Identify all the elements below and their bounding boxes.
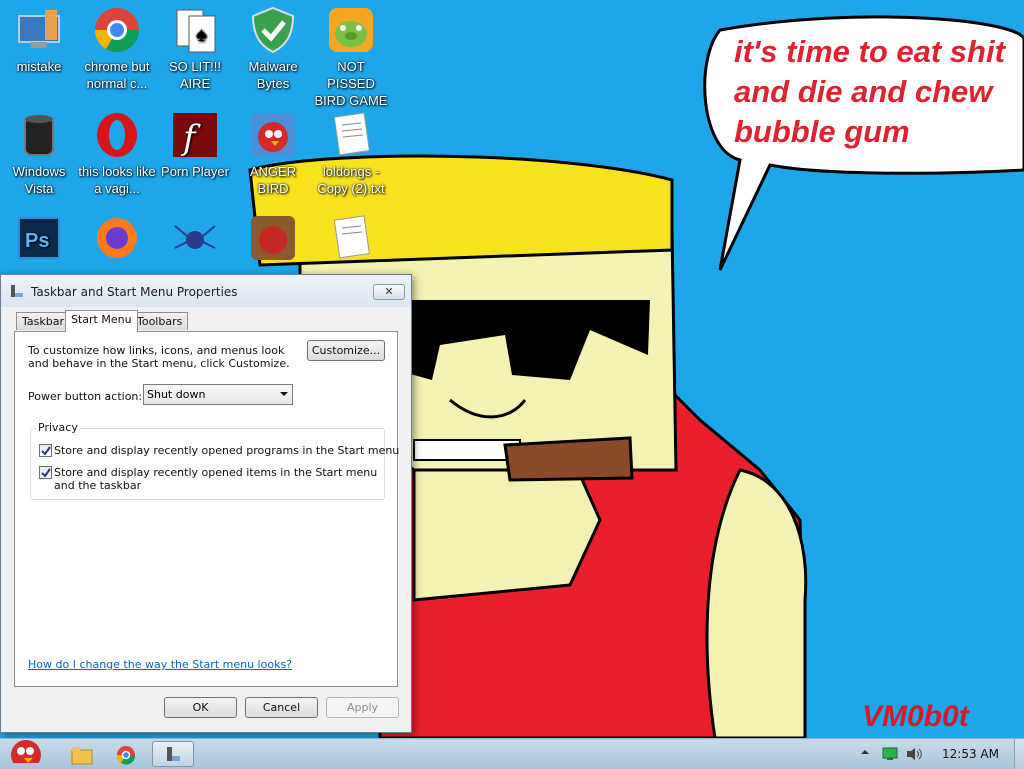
spider-icon xyxy=(171,214,219,262)
customize-button[interactable]: Customize... xyxy=(307,340,385,361)
flash-icon: f xyxy=(171,111,219,159)
desktop-icon-porn-player[interactable]: f Porn Player xyxy=(156,105,234,180)
pig-icon xyxy=(327,6,375,54)
desktop-icon-label: loldongs - Copy (2).txt xyxy=(317,164,385,196)
photoshop-icon: Ps xyxy=(15,214,63,262)
angry-bird-seasons-icon xyxy=(249,214,297,262)
taskbar: 12:53 AM xyxy=(0,738,1024,769)
desktop-icon-opera[interactable]: this looks like a vagi... xyxy=(78,105,156,197)
power-button-action-label: Power button action: xyxy=(28,390,143,403)
solitaire-icon: ♠ xyxy=(171,6,219,54)
chrome-icon xyxy=(116,746,136,765)
taskbar-explorer-button[interactable] xyxy=(62,741,102,767)
angry-bird-start-icon xyxy=(11,740,41,763)
desktop-icon-label: Malware Bytes xyxy=(248,59,298,91)
trash-icon xyxy=(15,111,63,159)
speech-bubble-text: it's time to eat shit and die and chew b… xyxy=(734,34,1005,149)
taskbar-properties-button[interactable] xyxy=(152,741,194,767)
desktop-icon-malwarebytes[interactable]: Malware Bytes xyxy=(234,0,312,92)
folder-icon xyxy=(71,747,93,765)
show-desktop-button[interactable] xyxy=(1014,739,1024,769)
svg-text:Ps: Ps xyxy=(25,230,49,252)
tab-start-menu[interactable]: Start Menu xyxy=(65,310,138,332)
ok-button[interactable]: OK xyxy=(164,697,237,718)
desktop-icon-label: NOT PISSED BIRD GAME xyxy=(314,59,388,108)
desktop-icon-label: mistake xyxy=(16,59,62,74)
desktop-icon-solitaire[interactable]: ♠ SO LIT!!! AIRE xyxy=(156,0,234,92)
network-icon[interactable] xyxy=(882,747,898,761)
taskbar-clock[interactable]: 12:53 AM xyxy=(942,747,999,761)
tab-toolbars[interactable]: Toolbars xyxy=(131,312,189,330)
cancel-button[interactable]: Cancel xyxy=(245,697,318,718)
desktop-icon-angry-birds-seasons[interactable] xyxy=(234,208,312,266)
taskbar-chrome-button[interactable] xyxy=(106,741,146,767)
desktop-icon-firefox[interactable] xyxy=(78,208,156,266)
svg-text:♠: ♠ xyxy=(196,24,207,46)
text-file-icon xyxy=(327,111,375,159)
checkmark-icon xyxy=(41,468,51,478)
desktop-icon-windows-vista[interactable]: Windows Vista xyxy=(0,105,78,197)
dialog-titlebar[interactable]: Taskbar and Start Menu Properties ✕ xyxy=(1,275,411,307)
chrome-icon xyxy=(93,6,141,54)
power-button-action-value: Shut down xyxy=(147,388,206,401)
checkmark-icon xyxy=(41,446,51,456)
chevron-down-icon xyxy=(280,392,288,396)
desktop-icon-label: SO LIT!!! AIRE xyxy=(168,59,221,91)
tab-taskbar[interactable]: Taskbar xyxy=(16,312,70,330)
desktop-icon-label: chrome but normal c... xyxy=(84,59,150,91)
privacy-label: Privacy xyxy=(36,421,80,434)
show-hidden-icons-icon[interactable] xyxy=(860,747,870,757)
store-programs-checkbox[interactable] xyxy=(39,444,52,457)
volume-icon[interactable] xyxy=(906,747,924,761)
power-button-action-select[interactable]: Shut down xyxy=(143,384,293,405)
desktop-icon-label: ANGER BIRD xyxy=(249,164,297,196)
computer-icon xyxy=(15,6,63,54)
taskbar-properties-icon xyxy=(167,747,180,761)
start-menu-help-link[interactable]: How do I change the way the Start menu l… xyxy=(28,658,292,671)
store-programs-label[interactable]: Store and display recently opened progra… xyxy=(54,444,399,457)
start-button[interactable] xyxy=(2,740,48,767)
desktop-icon-label: Porn Player xyxy=(161,164,229,179)
dialog-title: Taskbar and Start Menu Properties xyxy=(31,285,238,299)
apply-button[interactable]: Apply xyxy=(326,697,399,718)
store-items-checkbox[interactable] xyxy=(39,466,52,479)
desktop-icon-anger-bird[interactable]: ANGER BIRD xyxy=(234,105,312,197)
text-file-icon xyxy=(327,214,375,262)
customize-description: To customize how links, icons, and menus… xyxy=(28,344,290,370)
desktop-icon-label: this looks like a vagi... xyxy=(78,164,156,196)
desktop-icon-spider-solitaire[interactable] xyxy=(156,208,234,266)
wallpaper-signature: VM0b0t xyxy=(862,700,969,733)
shield-icon xyxy=(249,6,297,54)
opera-icon xyxy=(93,111,141,159)
firefox-icon xyxy=(93,214,141,262)
angry-bird-icon xyxy=(249,111,297,159)
taskbar-properties-icon xyxy=(11,285,23,297)
desktop-icon-text-file-2[interactable] xyxy=(312,208,390,266)
desktop-icon-chrome[interactable]: chrome but normal c... xyxy=(78,0,156,92)
store-items-label[interactable]: Store and display recently opened items … xyxy=(54,466,384,492)
desktop-icon-pig-game[interactable]: NOT PISSED BIRD GAME xyxy=(312,0,390,109)
close-button[interactable]: ✕ xyxy=(373,284,405,300)
desktop-icon-mistake[interactable]: mistake xyxy=(0,0,78,75)
desktop-icon-label: Windows Vista xyxy=(12,164,66,196)
desktop-icon-photoshop[interactable]: Ps xyxy=(0,208,78,266)
desktop-icon-loldongs-txt[interactable]: loldongs - Copy (2).txt xyxy=(312,105,390,197)
